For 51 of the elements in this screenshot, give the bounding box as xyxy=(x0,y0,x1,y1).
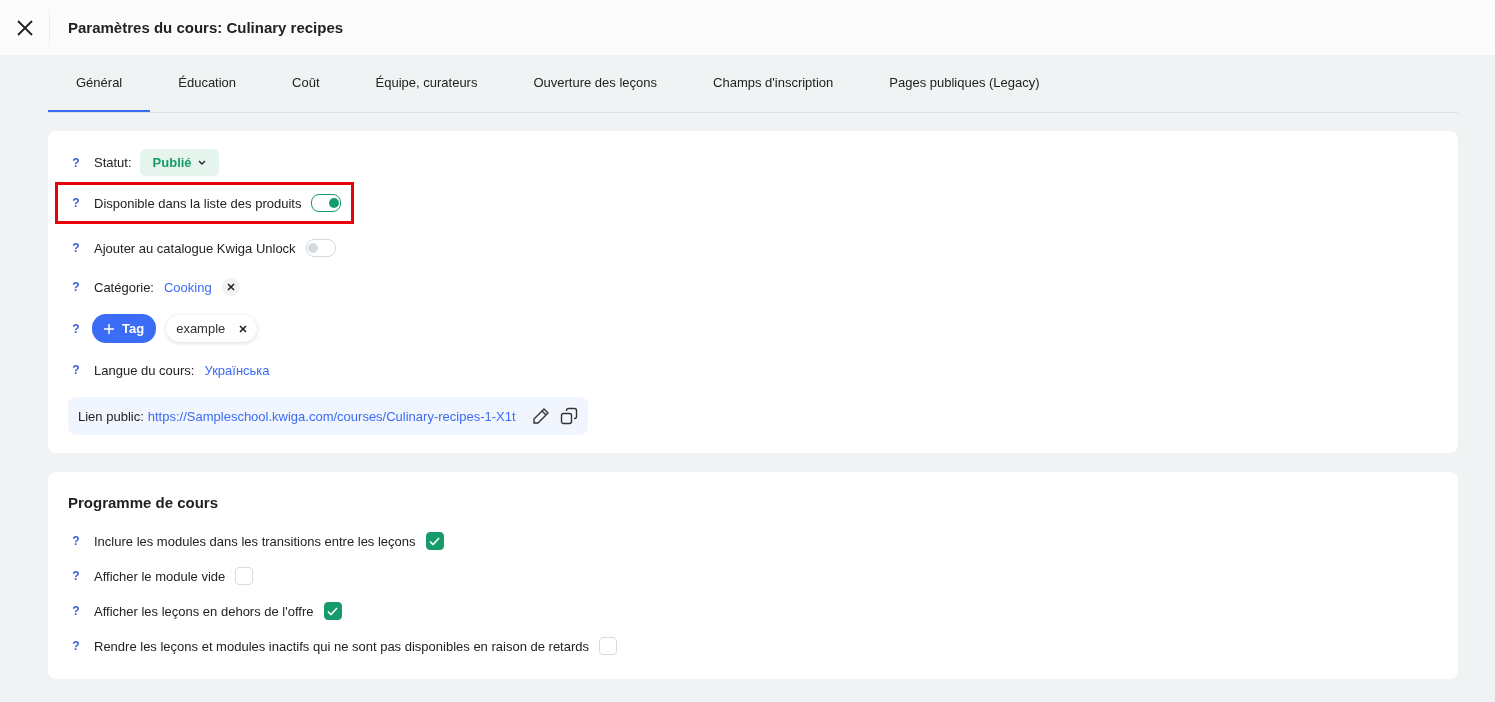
copy-icon xyxy=(559,407,578,425)
checkbox[interactable] xyxy=(425,532,444,550)
chevron-icon xyxy=(197,160,206,165)
window-title: Paramètres du cours: Culinary recipes xyxy=(68,19,344,36)
section-title: Programme de cours xyxy=(68,494,220,511)
language-link[interactable]: Українська xyxy=(204,362,270,378)
check-icon xyxy=(429,536,441,546)
field-label: Lien public: xyxy=(78,408,144,424)
option-label: Inclure les modules dans les transitions entre les leçons xyxy=(94,533,416,549)
tab[interactable]: Coût xyxy=(264,55,348,112)
help-mark[interactable]: ? xyxy=(68,321,84,336)
plus-icon xyxy=(104,323,114,334)
help-mark[interactable]: ? xyxy=(68,569,84,583)
checkbox[interactable] xyxy=(323,602,342,620)
tab[interactable]: Pages publiques (Legacy) xyxy=(861,55,1068,112)
close-icon xyxy=(16,19,33,36)
toggle-switch[interactable] xyxy=(311,194,342,212)
status-dropdown[interactable]: Publié xyxy=(139,149,219,176)
help-mark[interactable]: ? xyxy=(68,604,84,618)
field-label: Langue du cours: xyxy=(94,362,195,378)
remove-button[interactable] xyxy=(221,278,240,296)
help-mark[interactable]: ? xyxy=(68,155,84,170)
help-mark[interactable]: ? xyxy=(68,280,84,294)
field-label: Catégorie: xyxy=(94,279,154,295)
help-mark[interactable]: ? xyxy=(68,639,84,653)
help-mark[interactable]: ? xyxy=(68,534,84,548)
check-icon xyxy=(327,606,339,616)
tab[interactable]: Ouverture des leçons xyxy=(505,55,686,112)
toggle-label: Disponible dans la liste des produits xyxy=(94,195,302,211)
tab[interactable]: Général xyxy=(48,55,151,112)
tab[interactable]: Champs d'inscription xyxy=(685,55,862,112)
add-tag-button[interactable]: Tag xyxy=(92,314,157,343)
help-mark[interactable]: ? xyxy=(68,363,84,377)
remove-button[interactable] xyxy=(239,324,248,333)
option-label: Rendre les leçons et modules inactifs qui ne sont pas disponibles en raison de retards xyxy=(94,638,589,654)
field-label: Statut: xyxy=(94,155,132,170)
help-mark[interactable]: ? xyxy=(68,196,84,210)
close-icon xyxy=(239,324,248,333)
category-link[interactable]: Cooking xyxy=(164,279,212,295)
copy-button[interactable] xyxy=(559,407,578,425)
close-icon xyxy=(226,283,235,291)
tab[interactable]: Équipe, curateurs xyxy=(347,55,506,112)
toggle-label: Ajouter au catalogue Kwiga Unlock xyxy=(94,240,296,256)
tag-label: example xyxy=(176,321,226,336)
option-label: Afficher les leçons en dehors de l'offre xyxy=(94,603,314,619)
pencil-icon xyxy=(531,407,550,425)
help-mark[interactable]: ? xyxy=(68,241,84,255)
public-url-link[interactable]: https://Sampleschool.kwiga.com/courses/Culinary-recipes-1-X1t xyxy=(147,408,516,424)
option-label: Afficher le module vide xyxy=(94,568,226,584)
edit-button[interactable] xyxy=(531,407,550,425)
tab[interactable]: Éducation xyxy=(150,55,265,112)
